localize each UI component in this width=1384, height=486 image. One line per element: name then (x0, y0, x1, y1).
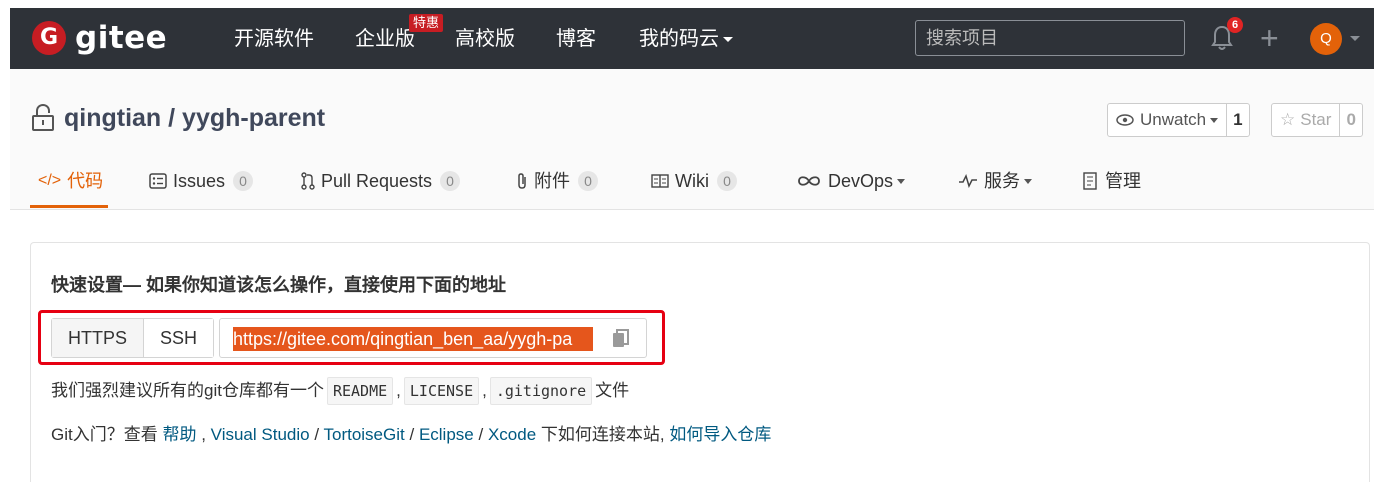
issues-icon (149, 173, 167, 189)
pulse-icon (959, 174, 977, 188)
tab-issues-label: Issues (173, 171, 226, 191)
unwatch-button[interactable]: Unwatch 1 (1107, 103, 1250, 137)
tab-services[interactable]: 服务 (958, 169, 1032, 193)
tab-attachments-label: 附件 (534, 171, 570, 191)
tab-wiki[interactable]: Wiki 0 (651, 169, 737, 193)
nav-university[interactable]: 高校版 (455, 26, 515, 52)
chevron-down-icon (1024, 178, 1032, 184)
logo-letter: G (39, 25, 59, 50)
hot-badge: 特惠 (409, 14, 444, 32)
tab-code-label: 代码 (67, 171, 104, 191)
separator: / (478, 425, 484, 444)
paperclip-icon (518, 173, 526, 189)
gitee-logo[interactable]: G gitee (32, 21, 167, 55)
infinity-icon (798, 176, 820, 186)
comma: , (396, 381, 401, 400)
chevron-down-icon[interactable] (1350, 36, 1360, 41)
pull-request-icon (301, 172, 315, 190)
nav-my-gitee[interactable]: 我的码云 (639, 26, 733, 52)
code-icon: </> (38, 172, 62, 189)
tab-issues-count: 0 (233, 171, 254, 191)
plus-icon[interactable]: + (1260, 20, 1279, 56)
chevron-down-icon (1210, 117, 1219, 123)
license-link[interactable]: LICENSE (403, 377, 480, 405)
chevron-down-icon (723, 37, 733, 43)
book-icon (651, 174, 669, 188)
help-link[interactable]: 帮助 (162, 425, 196, 444)
highlight-annotation-frame (38, 310, 665, 365)
separator: / (314, 425, 320, 444)
file-suggestion: 我们强烈建议所有的git仓库都有一个 README , LICENSE , .g… (51, 377, 629, 405)
tab-attachments[interactable]: 附件 0 (516, 169, 598, 193)
tab-issues[interactable]: Issues 0 (149, 169, 254, 193)
tab-wiki-label: Wiki (675, 171, 709, 191)
tab-manage[interactable]: 管理 (1083, 169, 1141, 193)
comma: , (201, 425, 206, 444)
brand-name: gitee (75, 20, 168, 56)
settings-doc-icon (1083, 172, 1097, 190)
tab-attachments-count: 0 (578, 171, 598, 191)
repo-title[interactable]: qingtian / yygh-parent (64, 103, 325, 133)
tab-services-label: 服务 (984, 171, 1020, 191)
xcode-link[interactable]: Xcode (488, 425, 536, 444)
nav-blog[interactable]: 博客 (556, 26, 596, 52)
import-repo-link[interactable]: 如何导入仓库 (669, 425, 771, 444)
visual-studio-link[interactable]: Visual Studio (211, 425, 310, 444)
star-icon: ☆ (1280, 110, 1296, 129)
nav-my-gitee-label: 我的码云 (639, 28, 719, 50)
nav-enterprise[interactable]: 企业版 (355, 26, 415, 52)
gitee-logo-icon: G (32, 21, 66, 55)
quick-setup-title: 快速设置— 如果你知道该怎么操作，直接使用下面的地址 (51, 275, 506, 295)
star-count[interactable]: 0 (1339, 104, 1361, 136)
watch-count[interactable]: 1 (1226, 104, 1248, 136)
suggest-prefix: 我们强烈建议所有的git仓库都有一个 (51, 381, 324, 400)
tab-code[interactable]: </> 代码 (38, 169, 103, 193)
nav-open-source[interactable]: 开源软件 (234, 26, 314, 52)
gitignore-link[interactable]: .gitignore (489, 377, 593, 405)
unwatch-label-wrap: Unwatch (1108, 104, 1226, 136)
git-help-line: Git入门？查看 帮助 , Visual Studio / TortoiseGi… (51, 423, 771, 447)
active-tab-indicator (30, 205, 108, 208)
search-input[interactable]: 搜索项目 (915, 20, 1185, 56)
star-label-wrap: ☆ Star (1272, 104, 1339, 136)
tab-wiki-count: 0 (717, 171, 737, 191)
readme-link[interactable]: README (326, 377, 394, 405)
separator: / (409, 425, 415, 444)
star-button[interactable]: ☆ Star 0 (1271, 103, 1363, 137)
help-prefix: Git入门？查看 (51, 425, 158, 444)
star-label: Star (1300, 110, 1332, 129)
help-mid: 下如何连接本站, (540, 425, 665, 444)
avatar[interactable]: Q (1310, 23, 1342, 55)
tab-pull-requests-label: Pull Requests (321, 171, 433, 191)
unwatch-label: Unwatch (1140, 110, 1207, 129)
comma: , (482, 381, 487, 400)
top-navbar: G gitee 开源软件 企业版 特惠 高校版 博客 我的码云 搜索项目 6 +… (10, 8, 1374, 69)
tab-manage-label: 管理 (1105, 171, 1141, 191)
chevron-down-icon (897, 178, 906, 184)
suggest-suffix: 文件 (595, 381, 630, 400)
quick-setup-panel: 快速设置— 如果你知道该怎么操作，直接使用下面的地址 HTTPS SSH htt… (30, 242, 1370, 482)
lock-icon (32, 104, 54, 131)
tab-pull-requests[interactable]: Pull Requests 0 (301, 169, 461, 193)
tortoisegit-link[interactable]: TortoiseGit (323, 425, 404, 444)
tab-pull-requests-count: 0 (440, 171, 461, 191)
notification-badge: 6 (1227, 17, 1243, 33)
eye-icon (1116, 114, 1134, 126)
tab-devops-label: DevOps (828, 171, 894, 191)
eclipse-link[interactable]: Eclipse (419, 425, 474, 444)
tab-devops[interactable]: DevOps (796, 169, 906, 193)
repo-header: qingtian / yygh-parent Unwatch 1 ☆ Star … (10, 69, 1374, 210)
